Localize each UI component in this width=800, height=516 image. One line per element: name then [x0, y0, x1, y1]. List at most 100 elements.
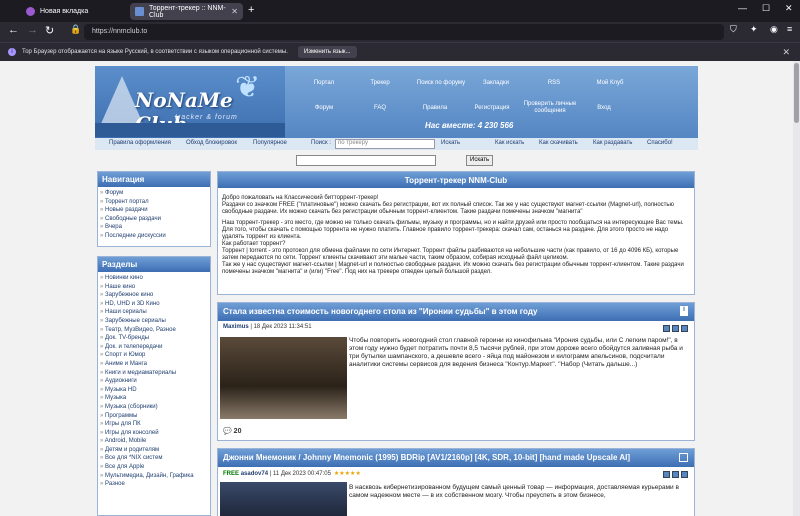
menu-login[interactable]: Вход: [571, 97, 637, 119]
nav-item[interactable]: Вчера: [100, 223, 208, 232]
torrent-title[interactable]: Джонни Мнемоник / Johnny Mnemonic (1995)…: [218, 449, 694, 467]
welcome-p6: Так же у нас существуют магнет-ссылки | …: [222, 262, 684, 275]
nav-item[interactable]: Торрент портал: [100, 198, 208, 207]
window-close-icon[interactable]: ✕: [785, 3, 793, 14]
new-tab-button[interactable]: +: [248, 4, 254, 16]
section-item[interactable]: Зарубежные сериалы: [100, 317, 208, 326]
section-item[interactable]: Музыка: [100, 394, 208, 403]
share-icon[interactable]: [672, 325, 679, 332]
post-author[interactable]: Maximus: [223, 324, 249, 330]
tracker-search-input[interactable]: по трекеру: [335, 139, 435, 149]
section-item[interactable]: Детям и родителям: [100, 446, 208, 455]
welcome-p1: Добро пожаловать на Классический битторр…: [222, 195, 379, 201]
nav-item[interactable]: Форум: [100, 189, 208, 198]
section-item[interactable]: Все для Apple: [100, 463, 208, 472]
section-item[interactable]: Игры для консолей: [100, 429, 208, 438]
welcome-p2: Раздачи со значком FREE ("платиновые") м…: [222, 202, 675, 215]
section-item[interactable]: Музыка HD: [100, 386, 208, 395]
tab-new[interactable]: Новая вкладка: [21, 3, 128, 20]
nav-block: Навигация ФорумТоррент порталНовые разда…: [97, 171, 211, 247]
welcome-text: Добро пожаловать на Классический битторр…: [218, 188, 694, 280]
main-search-input[interactable]: [296, 155, 436, 166]
address-bar[interactable]: https://nnmclub.to: [84, 24, 724, 40]
section-item[interactable]: Новинки кино: [100, 274, 208, 283]
grid-icon[interactable]: [679, 453, 688, 462]
scroll-thumb[interactable]: [794, 63, 799, 123]
reload-icon[interactable]: ↻: [45, 24, 54, 37]
section-item[interactable]: Программы: [100, 412, 208, 421]
menu-register[interactable]: Регистрация: [459, 97, 525, 119]
star-icon[interactable]: ✦: [750, 24, 758, 35]
share-icon[interactable]: [681, 471, 688, 478]
shield-icon[interactable]: ⛉: [730, 24, 737, 35]
section-item[interactable]: Наше кино: [100, 283, 208, 292]
share-icon[interactable]: [681, 325, 688, 332]
nav-bar: ← → ↻ 🔒 https://nnmclub.to ⛉ ✦ ◉ ≡: [0, 22, 800, 42]
info-icon[interactable]: i: [680, 306, 688, 316]
share-icon[interactable]: [672, 471, 679, 478]
nav-item[interactable]: Свободные раздачи: [100, 215, 208, 224]
audio-player[interactable]: [95, 123, 285, 137]
tab-nnmclub[interactable]: Торрент-трекер :: NNM-Club ✕: [130, 3, 243, 20]
nav-item[interactable]: Последние дискуссии: [100, 232, 208, 241]
scrollbar[interactable]: [793, 61, 800, 516]
share-icon[interactable]: [663, 325, 670, 332]
tor-circuit-icon[interactable]: ◉: [770, 24, 778, 35]
minimize-icon[interactable]: —: [738, 3, 747, 13]
link-how-search[interactable]: Как искать: [495, 140, 524, 146]
section-item[interactable]: Аудиокниги: [100, 377, 208, 386]
torrent-post: Джонни Мнемоник / Johnny Mnemonic (1995)…: [217, 448, 695, 516]
share-icons[interactable]: [663, 325, 688, 332]
section-item[interactable]: Мультимедиа, Дизайн, Графика: [100, 472, 208, 481]
sections-title: Разделы: [98, 257, 210, 272]
link-bypass[interactable]: Обход блокировок: [186, 140, 237, 146]
lock-icon: 🔒: [70, 24, 82, 34]
section-item[interactable]: Док. и телепередачи: [100, 343, 208, 352]
section-item[interactable]: Наши сериалы: [100, 308, 208, 317]
post-title[interactable]: Стала известна стоимость новогоднего сто…: [218, 303, 694, 321]
section-item[interactable]: Док. TV-бренды: [100, 334, 208, 343]
logo[interactable]: NoNaMe Club tracker & forum ❦: [95, 66, 285, 138]
search-button[interactable]: Искать: [441, 140, 460, 146]
forward-icon[interactable]: →: [27, 24, 38, 36]
section-item[interactable]: Спорт и Юмор: [100, 351, 208, 360]
close-icon[interactable]: ✕: [782, 47, 790, 58]
link-how-download[interactable]: Как скачивать: [539, 140, 578, 146]
notification-text: Тор Браузер отображается на языке Русски…: [22, 49, 288, 55]
link-rules-format[interactable]: Правила оформления: [109, 140, 171, 146]
section-item[interactable]: Android, Mobile: [100, 437, 208, 446]
menu-my-club[interactable]: Мой Клуб: [577, 72, 643, 94]
close-icon[interactable]: ✕: [231, 7, 238, 16]
share-icons[interactable]: [663, 471, 688, 478]
torrent-author[interactable]: asadov74: [241, 471, 268, 477]
main-search-button[interactable]: Искать: [466, 155, 494, 166]
header-menu: Портал Трекер Поиск по форуму Закладки R…: [291, 72, 691, 122]
sections-block: Разделы Новинки киноНаше киноЗарубежное …: [97, 256, 211, 516]
menu-bookmarks[interactable]: Закладки: [463, 72, 529, 94]
news-post: Стала известна стоимость новогоднего сто…: [217, 302, 695, 441]
post-image: [220, 337, 347, 419]
section-item[interactable]: Разное: [100, 480, 208, 489]
section-item[interactable]: Аниме и Манга: [100, 360, 208, 369]
section-item[interactable]: Театр, МузВидео, Разное: [100, 326, 208, 335]
maximize-icon[interactable]: ☐: [762, 3, 770, 14]
section-item[interactable]: Игры для ПК: [100, 420, 208, 429]
section-item[interactable]: HD, UHD и 3D Кино: [100, 300, 208, 309]
section-item[interactable]: Книги и медиаматериалы: [100, 369, 208, 378]
section-item[interactable]: Зарубежное кино: [100, 291, 208, 300]
menu-tracker[interactable]: Трекер: [347, 72, 413, 94]
link-how-seed[interactable]: Как раздавать: [593, 140, 632, 146]
torrent-meta: FREE asadov74 | 11 Дек 2023 00:47:05 ★★★★…: [218, 467, 694, 480]
link-thanks[interactable]: Спасибо!: [647, 140, 673, 146]
change-language-button[interactable]: Изменить язык...: [297, 46, 357, 58]
language-notification: i Тор Браузер отображается на языке Русс…: [0, 42, 800, 61]
comments-count[interactable]: 💬 20: [223, 427, 241, 435]
link-popular[interactable]: Популярное: [253, 140, 287, 146]
section-item[interactable]: Все для *NIX систем: [100, 454, 208, 463]
back-icon[interactable]: ←: [8, 24, 19, 36]
tab-label: Новая вкладка: [40, 8, 89, 15]
menu-icon[interactable]: ≡: [787, 24, 792, 34]
section-item[interactable]: Музыка (сборники): [100, 403, 208, 412]
nav-item[interactable]: Новые раздачи: [100, 206, 208, 215]
share-icon[interactable]: [663, 471, 670, 478]
